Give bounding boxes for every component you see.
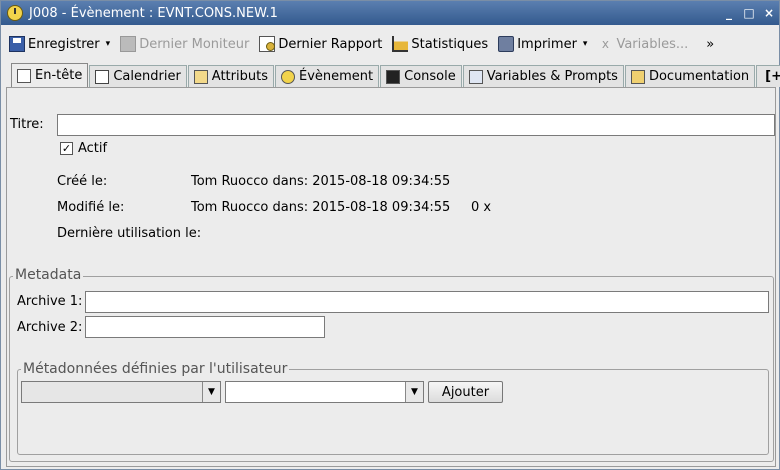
overflow-icon: » — [706, 36, 715, 52]
variables-icon: x — [601, 37, 609, 51]
chevron-down-icon: ▼ — [202, 382, 220, 402]
tab-label: Attributs — [211, 69, 268, 84]
created-label: Créé le: — [57, 174, 108, 189]
print-button[interactable]: Imprimer ▾ — [498, 36, 587, 52]
archive2-input[interactable] — [85, 316, 325, 338]
title-bar[interactable]: J008 - Évènement : EVNT.CONS.NEW.1 _ □ × — [1, 1, 779, 25]
last-report-button[interactable]: Dernier Rapport — [259, 36, 382, 52]
title-input[interactable] — [57, 114, 775, 136]
tab-label: En-tête — [35, 68, 83, 83]
save-dropdown-icon[interactable]: ▾ — [106, 39, 111, 49]
maximize-button[interactable]: □ — [739, 6, 759, 20]
window-title: J008 - Évènement : EVNT.CONS.NEW.1 — [29, 5, 278, 21]
modified-label: Modifié le: — [57, 200, 125, 215]
print-label: Imprimer — [517, 36, 577, 52]
modified-value: Tom Ruocco dans: 2015-08-18 09:34:55 — [191, 200, 451, 215]
tab-variables-prompts[interactable]: Variables & Prompts — [462, 65, 624, 87]
tab-documentation[interactable]: Documentation — [624, 65, 756, 87]
minimize-button[interactable]: _ — [719, 6, 739, 20]
clock-icon — [7, 5, 23, 21]
event-window: J008 - Évènement : EVNT.CONS.NEW.1 _ □ ×… — [0, 0, 780, 470]
archive1-label: Archive 1: — [17, 294, 83, 309]
tab-calendar[interactable]: Calendrier — [89, 65, 187, 87]
variables-label: Variables... — [616, 36, 689, 52]
title-label: Titre: — [10, 117, 44, 132]
save-label: Enregistrer — [28, 36, 100, 52]
variables-button: x Variables... — [597, 36, 688, 52]
user-metadata-title: Métadonnées définies par l'utilisateur — [21, 361, 290, 377]
clock-icon — [280, 69, 295, 84]
tab-add[interactable]: [+] — [756, 65, 780, 87]
close-button[interactable]: × — [759, 6, 779, 20]
toolbar-overflow-button[interactable]: » — [706, 37, 714, 52]
monitor-icon — [120, 36, 137, 52]
tab-label: Calendrier — [113, 69, 181, 84]
book-icon — [630, 69, 645, 84]
modified-count: 0 x — [471, 200, 492, 215]
tab-console[interactable]: Console — [380, 65, 462, 87]
archive1-input[interactable] — [85, 291, 769, 313]
report-icon — [259, 36, 276, 52]
last-report-label: Dernier Rapport — [278, 36, 383, 52]
add-metadata-button[interactable]: Ajouter — [428, 381, 503, 403]
save-button[interactable]: Enregistrer ▾ — [9, 36, 110, 52]
printer-icon — [498, 36, 515, 52]
created-value: Tom Ruocco dans: 2015-08-18 09:34:55 — [191, 174, 451, 189]
tab-event[interactable]: Évènement — [274, 65, 380, 87]
statistics-button[interactable]: Statistiques — [392, 36, 488, 52]
tab-header[interactable]: En-tête — [11, 63, 89, 87]
last-used-label: Dernière utilisation le: — [57, 226, 202, 241]
metadata-key-select: ▼ — [21, 381, 221, 403]
metadata-value-select[interactable]: ▼ — [225, 381, 424, 403]
print-dropdown-icon[interactable]: ▾ — [583, 39, 588, 49]
active-label: Actif — [78, 141, 108, 156]
tab-attributes[interactable]: Attributs — [187, 65, 274, 87]
checkbox-icon: ✓ — [60, 142, 73, 155]
archive2-label: Archive 2: — [17, 320, 83, 335]
variables-icon — [468, 69, 483, 84]
metadata-title: Metadata — [13, 267, 84, 283]
tab-label: Console — [404, 69, 456, 84]
save-icon — [9, 36, 25, 52]
toolbar: Enregistrer ▾ Dernier Moniteur Dernier R… — [1, 31, 779, 57]
chart-icon — [392, 36, 409, 52]
tab-label: Documentation — [648, 69, 750, 84]
calendar-icon — [95, 69, 110, 84]
tab-label: Évènement — [298, 69, 374, 84]
active-checkbox[interactable]: ✓ Actif — [60, 141, 107, 156]
pencil-icon — [193, 69, 208, 84]
tab-strip: En-tête Calendrier Attributs Évènement C… — [11, 63, 780, 87]
header-panel: Titre: ✓ Actif Créé le: Tom Ruocco dans:… — [6, 87, 776, 467]
statistics-label: Statistiques — [411, 36, 489, 52]
tab-label: Variables & Prompts — [486, 69, 618, 84]
last-monitor-label: Dernier Moniteur — [139, 36, 250, 52]
console-icon — [386, 69, 401, 84]
last-monitor-button: Dernier Moniteur — [120, 36, 249, 52]
header-icon — [17, 68, 31, 83]
add-tab-icon: [+] — [765, 69, 780, 84]
chevron-down-icon[interactable]: ▼ — [405, 382, 423, 402]
